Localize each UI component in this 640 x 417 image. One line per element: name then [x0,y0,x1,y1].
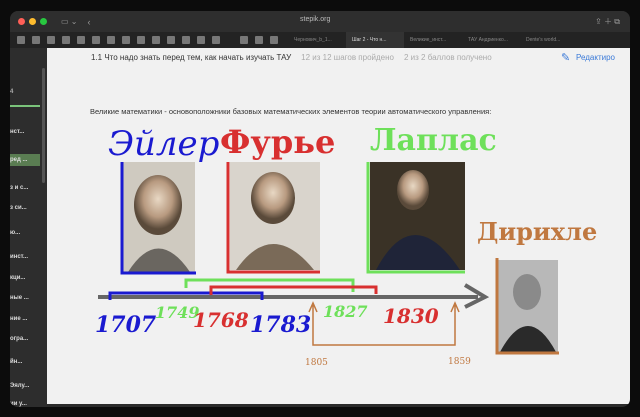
euler-name: Эйлер [108,124,219,164]
year-label: 1859 [448,357,471,367]
year-label: 1830 [383,304,439,328]
dirichlet-name: Дирихле [477,217,597,246]
year-label: 1805 [305,358,328,368]
laplace-portrait [370,162,465,270]
laplace-name: Лаплас [370,123,497,158]
fourier-name: Фурье [220,123,335,161]
dirichlet-portrait [498,260,558,352]
fourier-portrait [230,162,320,270]
year-label: 1707 [95,312,157,338]
year-label: 1768 [193,308,249,332]
euler-portrait [123,162,195,272]
browser-window: ▭ ⌄ ‹ stepik.org ⇪ ＋ ⧉ Чернович_b_1... Ш… [10,11,630,407]
timeline-drawing: Эйлер Фурье Лаплас Дирихле 1707 1783 174… [95,123,597,368]
year-label: 1783 [250,312,311,338]
year-label: 1827 [323,302,368,321]
